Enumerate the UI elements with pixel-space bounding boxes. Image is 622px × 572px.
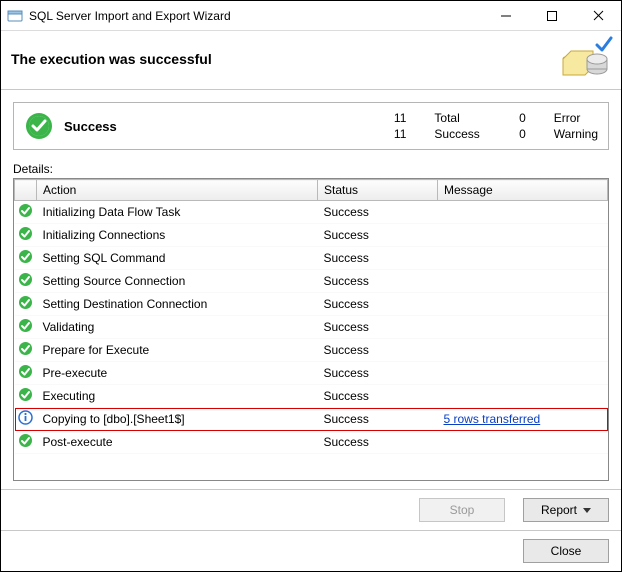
success-check-icon [595,35,613,56]
stop-button-label: Stop [450,503,475,517]
table-row[interactable]: Initializing Data Flow TaskSuccess [15,201,608,224]
status-cell: Success [318,408,438,431]
status-cell: Success [318,431,438,454]
minimize-button[interactable] [483,1,529,30]
message-cell[interactable]: 5 rows transferred [438,408,608,431]
action-cell: Initializing Connections [37,224,318,247]
action-cell: Copying to [dbo].[Sheet1$] [37,408,318,431]
chevron-down-icon [583,508,591,513]
check-icon [15,385,37,408]
total-count: 11 [388,111,406,125]
message-cell [438,270,608,293]
check-icon [15,362,37,385]
action-cell: Setting Source Connection [37,270,318,293]
message-cell [438,293,608,316]
check-icon [15,247,37,270]
maximize-button[interactable] [529,1,575,30]
message-link[interactable]: 5 rows transferred [444,412,541,426]
report-button[interactable]: Report [523,498,609,522]
table-row[interactable]: Setting Destination ConnectionSuccess [15,293,608,316]
summary-status-label: Success [64,119,388,134]
status-cell: Success [318,201,438,224]
close-button[interactable]: Close [523,539,609,563]
message-cell [438,316,608,339]
status-cell: Success [318,316,438,339]
column-header-status[interactable]: Status [318,180,438,201]
content-area: Success 11 Total 0 Error 11 Success 0 Wa… [1,90,621,489]
close-button-label: Close [551,544,582,558]
status-cell: Success [318,385,438,408]
table-row[interactable]: ExecutingSuccess [15,385,608,408]
column-header-message[interactable]: Message [438,180,608,201]
summary-panel: Success 11 Total 0 Error 11 Success 0 Wa… [13,102,609,150]
table-row[interactable]: Copying to [dbo].[Sheet1$]Success 5 rows … [15,408,608,431]
error-label: Error [554,111,598,125]
check-icon [15,293,37,316]
table-row[interactable]: Post-executeSuccess [15,431,608,454]
message-cell [438,224,608,247]
action-cell: Validating [37,316,318,339]
status-cell: Success [318,247,438,270]
status-cell: Success [318,293,438,316]
message-cell [438,362,608,385]
table-row[interactable]: Pre-executeSuccess [15,362,608,385]
status-cell: Success [318,339,438,362]
table-row[interactable]: Setting Source ConnectionSuccess [15,270,608,293]
column-header-icon[interactable] [15,180,37,201]
check-icon [15,270,37,293]
page-header: The execution was successful [1,31,621,90]
close-window-button[interactable] [575,1,621,30]
success-count: 11 [388,127,406,141]
window-title: SQL Server Import and Export Wizard [29,9,483,23]
info-icon [15,408,37,431]
app-icon [7,8,23,24]
action-cell: Prepare for Execute [37,339,318,362]
titlebar: SQL Server Import and Export Wizard [1,1,621,31]
check-icon [15,431,37,454]
action-cell: Executing [37,385,318,408]
action-cell: Setting SQL Command [37,247,318,270]
status-cell: Success [318,224,438,247]
table-row[interactable]: Prepare for ExecuteSuccess [15,339,608,362]
details-grid[interactable]: Action Status Message Initializing Data … [13,178,609,481]
stop-button: Stop [419,498,505,522]
table-row[interactable]: Setting SQL CommandSuccess [15,247,608,270]
check-icon [15,201,37,224]
warning-label: Warning [554,127,598,141]
check-icon [15,339,37,362]
success-label-stat: Success [434,127,479,141]
footer-close: Close [1,530,621,571]
message-cell [438,201,608,224]
table-row[interactable]: ValidatingSuccess [15,316,608,339]
status-cell: Success [318,270,438,293]
action-cell: Pre-execute [37,362,318,385]
report-button-label: Report [541,503,577,517]
check-icon [15,316,37,339]
total-label: Total [434,111,479,125]
message-cell [438,385,608,408]
action-cell: Setting Destination Connection [37,293,318,316]
details-label: Details: [13,162,609,176]
action-cell: Post-execute [37,431,318,454]
message-cell [438,431,608,454]
summary-stats: 11 Total 0 Error 11 Success 0 Warning [388,111,598,141]
window-controls [483,1,621,30]
action-cell: Initializing Data Flow Task [37,201,318,224]
column-header-action[interactable]: Action [37,180,318,201]
summary-success-icon [24,111,54,141]
status-cell: Success [318,362,438,385]
error-count: 0 [508,111,526,125]
page-title: The execution was successful [11,51,557,67]
wizard-hero-icon [557,37,611,81]
warning-count: 0 [508,127,526,141]
check-icon [15,224,37,247]
table-row[interactable]: Initializing ConnectionsSuccess [15,224,608,247]
footer-actions: Stop Report [1,489,621,530]
message-cell [438,247,608,270]
message-cell [438,339,608,362]
